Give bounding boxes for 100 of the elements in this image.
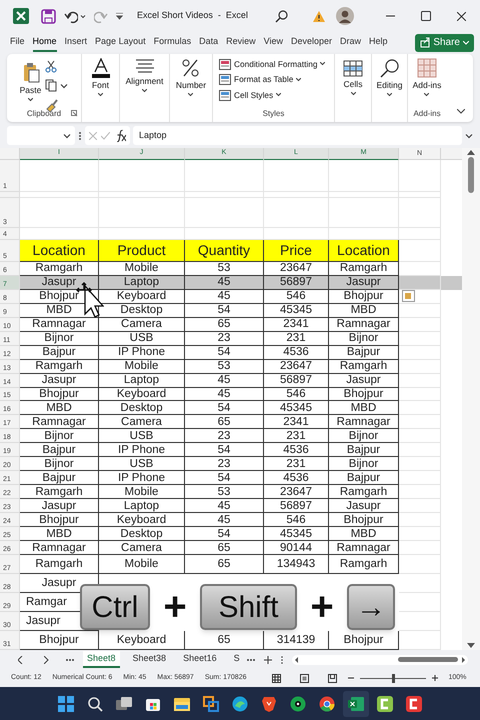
table-cell[interactable]: 65: [218, 416, 230, 428]
table-cell[interactable]: Bhojpur: [39, 388, 79, 400]
table-cell[interactable]: 45: [218, 514, 230, 526]
ribbon-tab[interactable]: Formulas: [154, 34, 192, 52]
table-cell[interactable]: 56897: [280, 500, 312, 512]
next-sheet-icon[interactable]: [44, 656, 49, 664]
zoom-out-icon[interactable]: [348, 676, 354, 680]
ribbon-tab[interactable]: Draw: [340, 34, 362, 52]
table-cell[interactable]: Ramnagar: [32, 318, 86, 330]
table-cell[interactable]: 23: [218, 430, 230, 442]
table-cell[interactable]: Ramgar: [26, 596, 67, 608]
copy-icon[interactable]: [45, 79, 58, 92]
table-cell[interactable]: Bajpur: [42, 346, 76, 358]
table-cell[interactable]: 65: [218, 634, 230, 646]
previous-sheet-icon[interactable]: [18, 656, 23, 664]
paste-options-icon[interactable]: [402, 290, 415, 302]
table-cell[interactable]: Ramgarh: [340, 262, 388, 274]
excel-taskbar-button[interactable]: [343, 690, 369, 716]
table-cell[interactable]: Bajpur: [42, 472, 76, 484]
more-icon[interactable]: [246, 658, 255, 662]
add-sheet-icon[interactable]: [264, 656, 272, 664]
table-cell[interactable]: Bijnor: [44, 332, 74, 344]
table-cell[interactable]: USB: [130, 430, 154, 442]
table-cell[interactable]: USB: [130, 458, 154, 470]
table-cell[interactable]: 23647: [280, 360, 312, 372]
table-cell[interactable]: 546: [286, 290, 306, 302]
customize-icon[interactable]: [116, 12, 123, 20]
windows-pair-icon[interactable]: [203, 696, 219, 712]
page-layout-icon[interactable]: [300, 674, 308, 682]
table-cell[interactable]: Jasupr: [346, 500, 381, 512]
wave-icon[interactable]: [232, 696, 248, 712]
table-cell[interactable]: 45: [218, 290, 230, 302]
ribbon-tab[interactable]: File: [10, 34, 25, 52]
table-cell[interactable]: Bhojpur: [39, 514, 79, 526]
format-painter-icon[interactable]: [45, 98, 58, 112]
maximize-icon[interactable]: [421, 11, 431, 21]
table-cell[interactable]: 65: [218, 558, 230, 570]
table-cell[interactable]: Ramgarh: [35, 486, 83, 498]
table-cell[interactable]: Jasupr: [42, 276, 76, 288]
table-cell[interactable]: 4536: [283, 444, 309, 456]
ribbon-tab[interactable]: Insert: [64, 34, 88, 52]
undo-icon[interactable]: [64, 8, 78, 24]
table-cell[interactable]: Bhojpur: [39, 634, 79, 646]
editing-button[interactable]: Editing: [376, 58, 402, 97]
more-icon[interactable]: [66, 658, 74, 662]
table-cell[interactable]: 54: [218, 304, 230, 316]
table-cell[interactable]: 45: [218, 500, 230, 512]
caret-icon[interactable]: [80, 14, 86, 18]
table-cell[interactable]: Jasupr: [26, 615, 61, 628]
style-menu-button[interactable]: Conditional Formatting: [219, 58, 326, 70]
zoom-slider-thumb[interactable]: [392, 674, 394, 682]
table-cell[interactable]: Camera: [121, 318, 162, 330]
table-cell[interactable]: MBD: [350, 304, 376, 316]
table-cell[interactable]: 65: [218, 542, 230, 554]
cells-button[interactable]: Cells: [343, 58, 363, 96]
table-cell[interactable]: IP Phone: [118, 472, 166, 484]
table-cell[interactable]: Laptop: [124, 500, 160, 512]
table-cell[interactable]: 45345: [280, 304, 312, 316]
ribbon-tab[interactable]: Home: [32, 34, 57, 52]
table-cell[interactable]: 45345: [280, 402, 312, 414]
table-cell[interactable]: 546: [286, 514, 306, 526]
search-icon[interactable]: [275, 10, 288, 22]
zoom-in-icon[interactable]: [432, 675, 438, 681]
table-cell[interactable]: 23: [218, 458, 230, 470]
alignment-button[interactable]: Alignment: [126, 58, 164, 93]
ribbon-tab[interactable]: Page Layout: [95, 34, 146, 52]
table-cell[interactable]: Keyboard: [116, 388, 166, 400]
table-cell[interactable]: Mobile: [124, 262, 158, 274]
sheet-tab[interactable]: Sheet16: [179, 651, 221, 668]
sheet-tab[interactable]: Sheet38: [128, 651, 170, 668]
horizontal-scrollbar[interactable]: [292, 654, 468, 664]
table-cell[interactable]: Desktop: [120, 304, 163, 316]
ribbon-tab[interactable]: View: [264, 34, 283, 52]
table-cell[interactable]: MBD: [46, 304, 72, 316]
scroll-up-icon[interactable]: [467, 150, 475, 155]
table-cell[interactable]: 54: [218, 528, 230, 540]
table-cell[interactable]: USB: [130, 332, 154, 344]
table-cell[interactable]: 4536: [283, 472, 309, 484]
share-button[interactable]: Share: [415, 34, 474, 52]
avatar-icon[interactable]: [336, 7, 354, 25]
table-cell[interactable]: 54: [218, 472, 230, 484]
table-cell[interactable]: Bijnor: [348, 332, 378, 344]
table-cell[interactable]: Mobile: [124, 558, 158, 570]
save-icon[interactable]: [41, 8, 56, 24]
caret-icon[interactable]: [465, 132, 473, 138]
scrollbar-thumb[interactable]: [468, 157, 474, 193]
app-icon[interactable]: [406, 696, 422, 712]
table-cell[interactable]: 53: [218, 486, 230, 498]
table-cell[interactable]: Bajpur: [42, 444, 76, 456]
table-cell[interactable]: 134943: [276, 558, 316, 570]
table-cell[interactable]: 23: [218, 332, 230, 344]
table-cell[interactable]: 54: [218, 402, 230, 414]
table-cell[interactable]: Keyboard: [116, 514, 166, 526]
table-cell[interactable]: Ramgarh: [35, 558, 83, 570]
table-cell[interactable]: 53: [218, 360, 230, 372]
table-cell[interactable]: 314139: [276, 634, 316, 646]
table-cell[interactable]: MBD: [350, 528, 376, 540]
font-button[interactable]: Font: [92, 58, 110, 97]
table-cell[interactable]: 53: [218, 262, 230, 274]
enter-icon[interactable]: [101, 132, 110, 140]
